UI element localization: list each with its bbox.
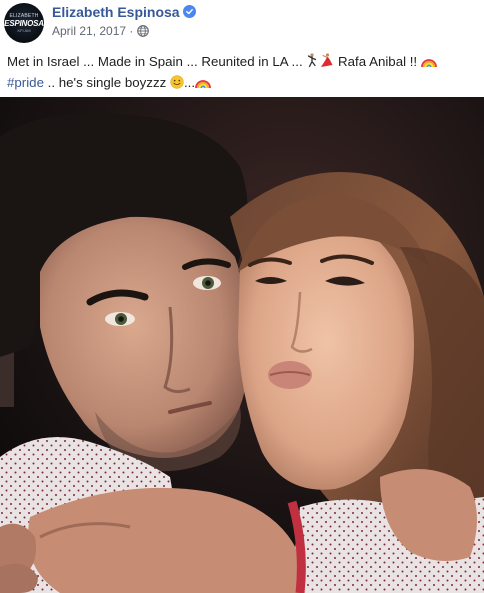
message-text-part3: .. he's single boyzzz (43, 75, 170, 90)
avatar-text-line3: KFI AM (17, 28, 31, 33)
dancer-woman-emoji-icon (319, 53, 334, 73)
post-photo[interactable] (0, 97, 484, 593)
smiling-face-emoji-icon (170, 75, 184, 94)
post-header: ELIZABETH ESPINOSA KFI AM Elizabeth Espi… (0, 0, 484, 44)
hashtag-pride-link[interactable]: #pride (7, 75, 44, 90)
message-text-ellipsis: ... (183, 75, 196, 90)
selfie-illustration (0, 97, 484, 593)
rainbow-emoji-icon (420, 54, 437, 73)
post-date-link[interactable]: April 21, 2017 · (52, 24, 133, 38)
post-message: Met in Israel ... Made in Spain ... Reun… (7, 52, 477, 94)
avatar[interactable]: ELIZABETH ESPINOSA KFI AM (4, 3, 44, 43)
verified-badge-icon (183, 5, 196, 18)
globe-icon[interactable] (137, 25, 149, 37)
post-message-line-2: #pride .. he's single boyzzz ... (7, 73, 477, 94)
date-separator: · (129, 24, 134, 38)
avatar-text-line2: ESPINOSA (4, 19, 44, 28)
author-name-link[interactable]: Elizabeth Espinosa (52, 4, 180, 20)
post-date-text: April 21, 2017 (52, 24, 127, 38)
dancer-man-emoji-icon (306, 53, 319, 73)
message-text-part1: Met in Israel ... Made in Spain ... Reun… (7, 54, 307, 69)
rainbow-emoji-icon-2 (195, 75, 211, 94)
post-message-line-1: Met in Israel ... Made in Spain ... Reun… (7, 52, 477, 73)
message-text-part2: Rafa Anibal !! (334, 54, 421, 69)
